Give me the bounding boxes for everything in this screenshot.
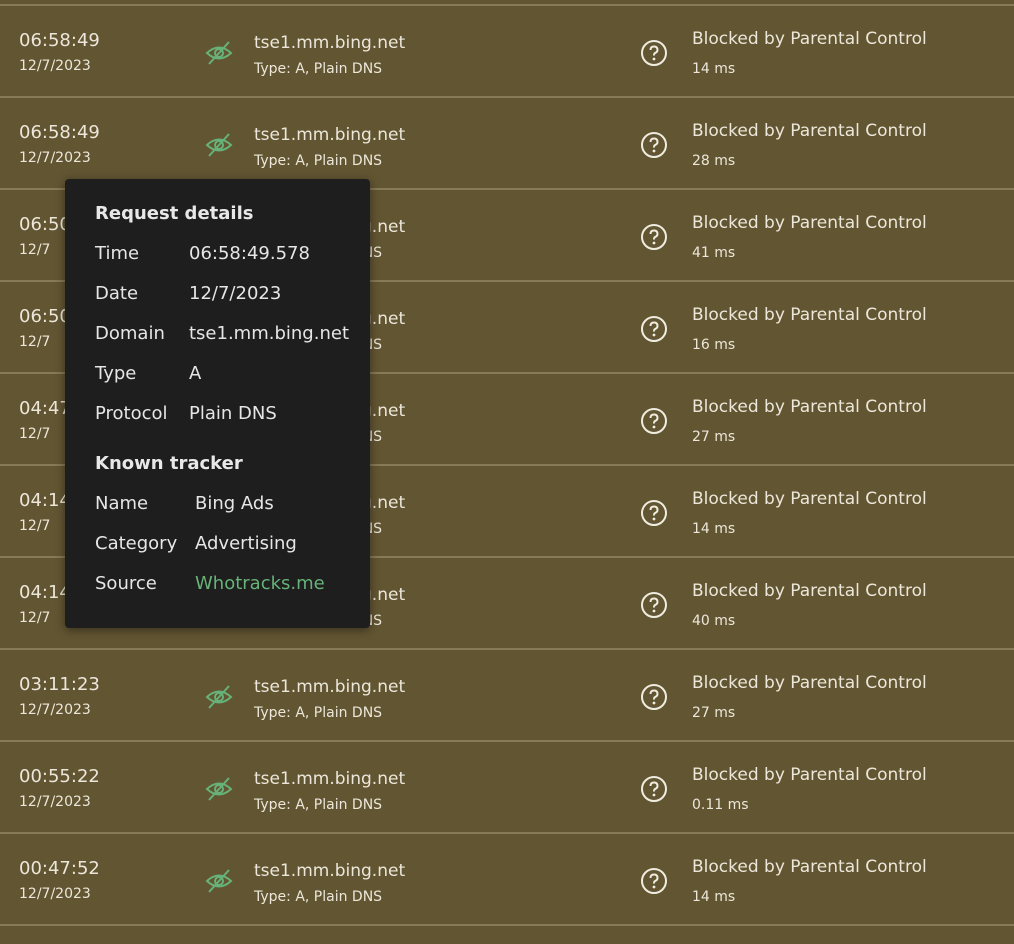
row-domain[interactable]: tse1.mm.bing.net bbox=[254, 125, 405, 145]
tracker-label-name: Name bbox=[95, 493, 149, 514]
detail-label-protocol: Protocol bbox=[95, 403, 168, 424]
row-date: 12/7 bbox=[19, 426, 51, 442]
tracker-value-name: Bing Ads bbox=[195, 493, 274, 514]
row-status: Blocked by Parental Control bbox=[692, 581, 927, 601]
row-date: 12/7/2023 bbox=[19, 702, 91, 718]
detail-label-type: Type bbox=[95, 363, 137, 384]
question-circle-icon[interactable] bbox=[640, 315, 668, 343]
row-time: 06:58:49 bbox=[19, 30, 100, 51]
question-circle-icon[interactable] bbox=[640, 867, 668, 895]
row-time: 06:50 bbox=[19, 306, 71, 327]
row-elapsed: 16 ms bbox=[692, 337, 736, 353]
row-status: Blocked by Parental Control bbox=[692, 121, 927, 141]
question-circle-icon[interactable] bbox=[640, 499, 668, 527]
log-row[interactable]: 06:58:49 12/7/2023 tse1.mm.bing.net Type… bbox=[0, 4, 1014, 96]
row-time: 00:55:22 bbox=[19, 766, 100, 787]
query-log: 06:58:49 12/7/2023 tse1.mm.bing.net Type… bbox=[0, 0, 1014, 944]
row-type: Type: A, Plain DNS bbox=[254, 797, 383, 813]
tracker-heading: Known tracker bbox=[95, 453, 243, 474]
question-circle-icon[interactable] bbox=[640, 131, 668, 159]
row-time: 06:50 bbox=[19, 214, 71, 235]
row-elapsed: 14 ms bbox=[692, 889, 736, 905]
question-circle-icon[interactable] bbox=[640, 591, 668, 619]
detail-value-date: 12/7/2023 bbox=[189, 283, 282, 304]
row-type: Type: A, Plain DNS bbox=[254, 153, 383, 169]
row-type: Type: A, Plain DNS bbox=[254, 889, 383, 905]
detail-value-type: A bbox=[189, 363, 202, 384]
row-domain[interactable]: tse1.mm.bing.net bbox=[254, 769, 405, 789]
detail-label-date: Date bbox=[95, 283, 139, 304]
row-divider bbox=[0, 924, 1014, 926]
tracker-source-link[interactable]: Whotracks.me bbox=[195, 573, 325, 594]
question-circle-icon[interactable] bbox=[640, 407, 668, 435]
row-domain[interactable]: tse1.mm.bing.net bbox=[254, 33, 405, 53]
detail-value-domain: tse1.mm.bing.net bbox=[189, 323, 349, 344]
eye-slash-icon[interactable] bbox=[204, 866, 234, 896]
eye-slash-icon[interactable] bbox=[204, 130, 234, 160]
row-elapsed: 14 ms bbox=[692, 521, 736, 537]
row-date: 12/7 bbox=[19, 518, 51, 534]
detail-label-domain: Domain bbox=[95, 323, 165, 344]
row-date: 12/7/2023 bbox=[19, 794, 91, 810]
row-status: Blocked by Parental Control bbox=[692, 673, 927, 693]
detail-value-time: 06:58:49.578 bbox=[189, 243, 310, 264]
row-type: Type: A, Plain DNS bbox=[254, 705, 383, 721]
question-circle-icon[interactable] bbox=[640, 683, 668, 711]
row-date: 12/7/2023 bbox=[19, 150, 91, 166]
row-time: 06:58:49 bbox=[19, 122, 100, 143]
row-elapsed: 27 ms bbox=[692, 429, 736, 445]
row-domain[interactable]: tse1.mm.bing.net bbox=[254, 861, 405, 881]
row-date: 12/7 bbox=[19, 610, 51, 626]
question-circle-icon[interactable] bbox=[640, 39, 668, 67]
row-elapsed: 27 ms bbox=[692, 705, 736, 721]
question-circle-icon[interactable] bbox=[640, 223, 668, 251]
row-time: 04:14 bbox=[19, 490, 71, 511]
eye-slash-icon[interactable] bbox=[204, 38, 234, 68]
row-status: Blocked by Parental Control bbox=[692, 29, 927, 49]
request-details-tooltip: Request details Time 06:58:49.578 Date 1… bbox=[65, 179, 370, 628]
log-row[interactable]: 00:47:52 12/7/2023 tse1.mm.bing.net Type… bbox=[0, 832, 1014, 924]
row-date: 12/7 bbox=[19, 242, 51, 258]
row-date: 12/7/2023 bbox=[19, 886, 91, 902]
detail-label-time: Time bbox=[95, 243, 140, 264]
row-time: 04:47 bbox=[19, 398, 71, 419]
row-status: Blocked by Parental Control bbox=[692, 305, 927, 325]
row-status: Blocked by Parental Control bbox=[692, 213, 927, 233]
row-elapsed: 40 ms bbox=[692, 613, 736, 629]
row-status: Blocked by Parental Control bbox=[692, 397, 927, 417]
row-status: Blocked by Parental Control bbox=[692, 765, 927, 785]
row-time: 04:14 bbox=[19, 582, 71, 603]
detail-value-protocol: Plain DNS bbox=[189, 403, 277, 424]
row-type: Type: A, Plain DNS bbox=[254, 61, 383, 77]
row-elapsed: 28 ms bbox=[692, 153, 736, 169]
row-time: 00:47:52 bbox=[19, 858, 100, 879]
log-row[interactable]: 00:55:22 12/7/2023 tse1.mm.bing.net Type… bbox=[0, 740, 1014, 832]
row-elapsed: 14 ms bbox=[692, 61, 736, 77]
eye-slash-icon[interactable] bbox=[204, 774, 234, 804]
row-date: 12/7/2023 bbox=[19, 58, 91, 74]
question-circle-icon[interactable] bbox=[640, 775, 668, 803]
row-date: 12/7 bbox=[19, 334, 51, 350]
tracker-value-category: Advertising bbox=[195, 533, 297, 554]
log-row[interactable]: 03:11:23 12/7/2023 tse1.mm.bing.net Type… bbox=[0, 648, 1014, 740]
eye-slash-icon[interactable] bbox=[204, 682, 234, 712]
row-time: 03:11:23 bbox=[19, 674, 100, 695]
row-status: Blocked by Parental Control bbox=[692, 857, 927, 877]
tracker-label-source: Source bbox=[95, 573, 157, 594]
tracker-label-category: Category bbox=[95, 533, 178, 554]
tooltip-heading: Request details bbox=[95, 203, 254, 224]
row-elapsed: 41 ms bbox=[692, 245, 736, 261]
row-domain[interactable]: tse1.mm.bing.net bbox=[254, 677, 405, 697]
log-row[interactable]: 06:58:49 12/7/2023 tse1.mm.bing.net Type… bbox=[0, 96, 1014, 188]
row-status: Blocked by Parental Control bbox=[692, 489, 927, 509]
row-elapsed: 0.11 ms bbox=[692, 797, 749, 813]
